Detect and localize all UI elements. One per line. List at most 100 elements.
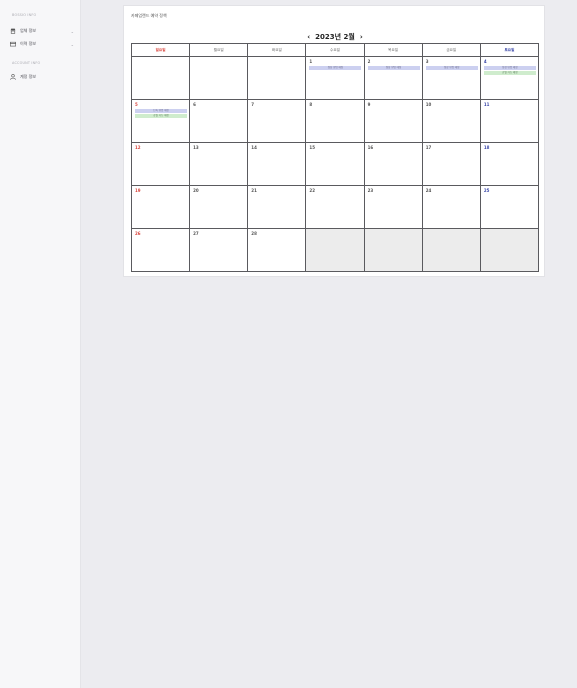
calendar-day-cell[interactable]: 8 <box>305 99 365 143</box>
calendar-day-cell[interactable]: 23 <box>363 185 423 229</box>
day-number: 26 <box>135 231 141 236</box>
month-title: 2023년 2월 <box>315 33 355 41</box>
calendar-day-cell[interactable]: 24 <box>421 185 481 229</box>
day-number: 19 <box>135 188 141 193</box>
calendar-week-row: 19 20 21 22 23 24 25 <box>130 185 540 229</box>
calendar-day-cell[interactable]: 1 정상 영업 예정 <box>305 56 365 100</box>
calendar-day-cell[interactable]: 26 <box>130 228 191 272</box>
day-number: 15 <box>309 145 315 150</box>
calendar-day-cell[interactable]: 20 <box>189 185 249 229</box>
sidebar-item-label: 업체 정보 <box>20 28 36 33</box>
person-icon <box>10 74 16 80</box>
calendar-day-cell-empty <box>247 56 307 100</box>
day-number: 24 <box>425 188 432 193</box>
calendar-day-cell-empty <box>305 228 365 272</box>
calendar-day-cell[interactable]: 2 정상 영업 예정 <box>363 56 423 100</box>
store-icon <box>10 28 16 34</box>
day-number: 3 <box>425 59 429 64</box>
calendar-day-cell[interactable]: 14 <box>247 142 307 186</box>
calendar-day-cell[interactable]: 17 <box>421 142 481 186</box>
calendar-day-cell[interactable]: 13 <box>189 142 249 186</box>
day-number: 17 <box>425 145 432 150</box>
chevron-right-icon[interactable]: › <box>357 33 366 41</box>
calendar-day-cell[interactable]: 7 <box>247 99 307 143</box>
calendar-day-cell[interactable]: 18 <box>479 142 540 186</box>
calendar-week-row: 5 단축 영업 예정 휴일 가능 예정 6 7 8 9 10 11 <box>130 99 540 143</box>
sidebar-item-history-info[interactable]: 이력 정보 ⌄ <box>10 40 74 48</box>
calendar-day-cell[interactable]: 28 <box>247 228 307 272</box>
weekday-header-friday: 금요일 <box>421 43 481 57</box>
day-number: 1 <box>309 59 313 64</box>
day-number: 20 <box>193 188 199 193</box>
day-number: 25 <box>483 188 490 193</box>
calendar-day-cell[interactable]: 9 <box>363 99 423 143</box>
weekday-header-wednesday: 수요일 <box>305 43 365 57</box>
section-label-account-info: ACCOUNT INFO <box>12 61 41 65</box>
day-number: 23 <box>367 188 374 193</box>
weekday-header-tuesday: 화요일 <box>247 43 307 57</box>
day-number: 8 <box>309 102 313 107</box>
day-number: 28 <box>251 231 257 236</box>
chevron-down-icon: ⌄ <box>70 41 74 47</box>
calendar-event[interactable]: 정상 영업 예정 <box>309 66 362 70</box>
calendar-event[interactable]: 휴일 가능 예정 <box>135 114 187 118</box>
sidebar: BOSSIO INFO 업체 정보 ⌄ 이력 정보 ⌄ ACCOUNT INFO… <box>0 0 81 688</box>
calendar-day-cell-empty <box>189 56 249 100</box>
calendar-day-cell[interactable]: 4 정상 영업 예정 휴일 가능 예정 <box>479 56 540 100</box>
sidebar-item-company-info[interactable]: 업체 정보 ⌄ <box>10 27 74 35</box>
weekday-header-saturday: 토요일 <box>479 43 540 57</box>
calendar-event[interactable]: 단축 영업 예정 <box>135 109 187 113</box>
calendar-week-row: 26 27 28 <box>130 228 540 272</box>
calendar-day-cell-empty <box>421 228 481 272</box>
calendar-day-cell[interactable]: 19 <box>130 185 191 229</box>
day-number: 5 <box>135 102 138 107</box>
calendar-week-row: 12 13 14 15 16 17 18 <box>130 142 540 186</box>
day-number: 13 <box>193 145 199 150</box>
page-title: 카페업랜드 예약 정책 <box>131 13 167 18</box>
calendar-day-cell[interactable]: 15 <box>305 142 365 186</box>
calendar-day-cell[interactable]: 3 정상 영업 예정 <box>421 56 481 100</box>
day-number: 2 <box>367 59 371 64</box>
calendar-day-cell[interactable]: 21 <box>247 185 307 229</box>
calendar-event[interactable]: 휴일 가능 예정 <box>483 71 536 75</box>
day-number: 9 <box>367 102 371 107</box>
chevron-left-icon[interactable]: ‹ <box>304 33 313 41</box>
weekday-header-thursday: 목요일 <box>363 43 423 57</box>
day-number: 27 <box>193 231 199 236</box>
day-number <box>309 231 360 237</box>
sidebar-item-label: 계정 정보 <box>20 74 36 79</box>
month-navigation: ‹ 2023년 2월 › <box>124 33 546 41</box>
calendar-day-cell[interactable]: 10 <box>421 99 481 143</box>
calendar-event[interactable]: 정상 영업 예정 <box>367 66 420 70</box>
calendar-day-cell-empty <box>130 56 191 100</box>
calendar-day-cell[interactable]: 27 <box>189 228 249 272</box>
sidebar-item-account-info[interactable]: 계정 정보 <box>10 73 74 81</box>
calendar-day-cell[interactable]: 22 <box>305 185 365 229</box>
day-number: 16 <box>367 145 374 150</box>
calendar-day-cell[interactable]: 6 <box>189 99 249 143</box>
sidebar-item-label: 이력 정보 <box>20 41 36 46</box>
calendar-day-cell[interactable]: 25 <box>479 185 540 229</box>
day-number: 4 <box>483 59 487 64</box>
card-icon <box>10 41 16 47</box>
calendar-day-cell[interactable]: 16 <box>363 142 423 186</box>
calendar-event[interactable]: 정상 영업 예정 <box>483 66 536 70</box>
day-number: 21 <box>251 188 257 193</box>
day-number: 18 <box>483 145 490 150</box>
calendar-day-cell-empty <box>363 228 423 272</box>
day-number: 6 <box>193 102 196 107</box>
day-number: 7 <box>251 102 255 107</box>
calendar-day-cell[interactable]: 12 <box>130 142 191 186</box>
calendar-day-cell[interactable]: 5 단축 영업 예정 휴일 가능 예정 <box>130 99 191 143</box>
chevron-down-icon: ⌄ <box>70 28 74 34</box>
section-label-bossio-info: BOSSIO INFO <box>12 13 37 17</box>
calendar-day-cell[interactable]: 11 <box>479 99 540 143</box>
day-number: 11 <box>483 102 490 107</box>
day-number <box>193 59 244 65</box>
calendar-week-row: 1 정상 영업 예정 2 정상 영업 예정 3 정상 영업 예정 4 정상 영업 예정 휴일 가… <box>130 56 540 100</box>
day-number: 14 <box>251 145 257 150</box>
day-number: 12 <box>135 145 141 150</box>
calendar-event[interactable]: 정상 영업 예정 <box>425 66 478 70</box>
day-number: 10 <box>425 102 432 107</box>
calendar-grid: 일요일 월요일 화요일 수요일 목요일 금요일 토요일 1 정상 영업 예정 2 정상… <box>130 43 540 272</box>
